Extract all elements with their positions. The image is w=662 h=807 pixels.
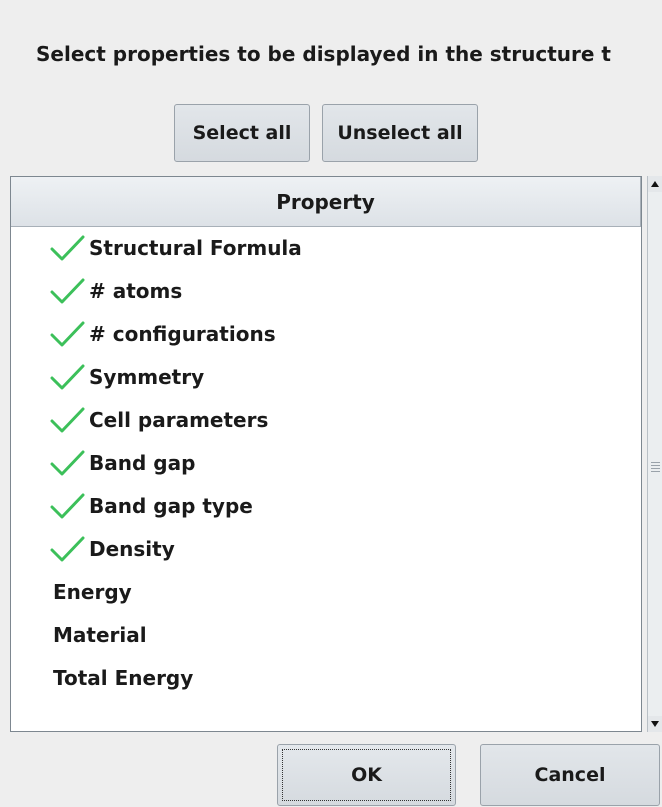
table-row[interactable]: Total Energy	[11, 657, 641, 700]
arrow-up-icon[interactable]	[648, 176, 662, 192]
scroll-thumb[interactable]	[648, 192, 662, 716]
row-label: Total Energy	[53, 666, 194, 690]
table-row[interactable]: Structural Formula	[11, 227, 641, 270]
table-row[interactable]: Cell parameters	[11, 399, 641, 442]
row-label: Band gap type	[89, 494, 253, 518]
focus-ring	[282, 749, 451, 801]
table-row[interactable]: # configurations	[11, 313, 641, 356]
row-label: Cell parameters	[89, 408, 269, 432]
row-label: Material	[53, 623, 147, 647]
row-label: Energy	[53, 580, 132, 604]
row-label: Band gap	[89, 451, 196, 475]
ok-button[interactable]: OK	[277, 744, 456, 806]
check-icon	[50, 407, 85, 433]
table-row[interactable]: # atoms	[11, 270, 641, 313]
check-icon	[50, 493, 85, 519]
check-icon	[50, 235, 85, 261]
unselect-all-button[interactable]: Unselect all	[322, 104, 478, 162]
arrow-down-icon[interactable]	[648, 716, 662, 732]
table-row[interactable]: Band gap	[11, 442, 641, 485]
table-row[interactable]: Material	[11, 614, 641, 657]
table-row[interactable]: Symmetry	[11, 356, 641, 399]
table-row[interactable]: Density	[11, 528, 641, 571]
vertical-scrollbar[interactable]	[647, 176, 662, 732]
row-label: Structural Formula	[89, 236, 302, 260]
check-icon	[50, 450, 85, 476]
column-header-property[interactable]: Property	[11, 177, 641, 227]
row-label: # configurations	[89, 322, 276, 346]
check-icon	[50, 364, 85, 390]
table-row[interactable]: Band gap type	[11, 485, 641, 528]
grip-icon	[651, 462, 660, 472]
row-label: Symmetry	[89, 365, 205, 389]
check-icon	[50, 321, 85, 347]
check-icon	[50, 536, 85, 562]
row-label: # atoms	[89, 279, 183, 303]
check-icon	[50, 278, 85, 304]
property-list: Structural Formula # atoms # configuration…	[11, 227, 641, 731]
cancel-button[interactable]: Cancel	[480, 744, 660, 806]
select-all-button[interactable]: Select all	[174, 104, 310, 162]
instruction-text: Select properties to be displayed in the…	[36, 42, 611, 66]
table-row[interactable]: Energy	[11, 571, 641, 614]
property-table: Property Structural Formula # atoms # conf…	[10, 176, 642, 732]
row-label: Density	[89, 537, 175, 561]
